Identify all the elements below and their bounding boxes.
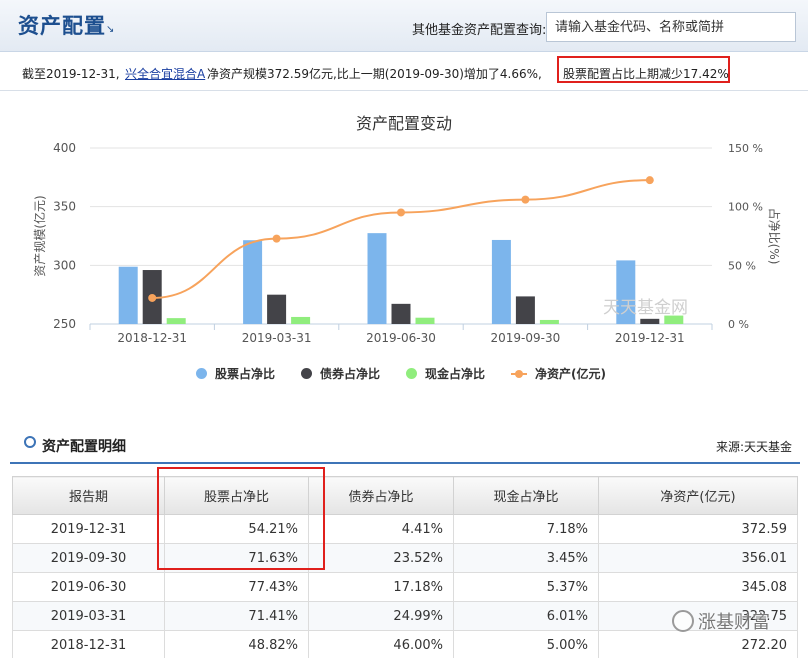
cell-date: 2019-09-30 [12,543,165,573]
fund-query-label: 其他基金资产配置查询: [412,23,547,38]
net-assets-point [645,176,654,185]
bar-stock [118,266,138,324]
x-tick-label: 2018-12-31 [117,331,187,345]
x-tick-label: 2019-09-30 [491,331,561,345]
bar-cash [539,319,559,324]
circle-bullet-icon [24,436,36,448]
y-left-tick-label: 350 [53,200,76,214]
legend-bond[interactable]: 债券占净比 [301,365,380,382]
x-tick-label: 2019-12-31 [615,331,685,345]
bar-bond [640,318,660,324]
brand-watermark-text: 涨基财富 [698,612,770,633]
brand-watermark: 涨基财富 [672,608,770,634]
cell-bond: 17.18% [308,572,454,602]
cell-bond: 24.99% [308,601,454,631]
cell-net-assets: 272.20 [598,630,798,658]
y-left-tick-label: 300 [53,258,76,272]
bar-bond [267,294,287,324]
y-left-axis-title: 资产规模(亿元) [32,195,47,276]
cell-stock: 71.41% [164,601,309,631]
cell-stock: 77.43% [164,572,309,602]
legend-bond-label: 债券占净比 [320,367,381,381]
detail-title: 资产配置明细 [42,439,126,455]
net-assets-point [272,234,281,243]
legend-cash-marker [406,368,418,379]
table-row: 2019-09-30 71.63% 23.52% 3.45% 356.01 [12,543,798,573]
y-right-tick-label: 0 % [728,318,749,331]
table-row: 2018-12-31 48.82% 46.00% 5.00% 272.20 [12,630,798,658]
bar-bond [515,296,535,324]
bar-stock [367,233,387,324]
stock-change-text: 股票配置占比上期减少17.42% [563,67,729,81]
cell-net-assets: 356.01 [598,543,798,573]
net-assets-point [521,195,530,204]
x-tick-label: 2019-03-31 [242,331,312,345]
legend-cash-label: 现金占净比 [425,367,486,381]
legend-net-assets[interactable]: 净资产(亿元) [511,365,606,382]
cell-bond: 46.00% [308,630,454,658]
detail-section-header: 资产配置明细 来源:天天基金 [10,422,800,464]
y-right-tick-label: 100 % [728,201,763,214]
chart-watermark: 天天基金网 [603,298,688,318]
summary-prefix: 截至2019-12-31, [22,67,120,81]
cell-stock: 48.82% [164,630,309,658]
bar-cash [166,318,186,324]
legend-net-assets-label: 净资产(亿元) [535,367,607,381]
y-right-axis-title: 占净比(%) [767,208,782,265]
page-header: 资产配置 ↘ 其他基金资产配置查询: [0,0,808,52]
y-left-tick-label: 250 [53,317,76,331]
y-right-tick-label: 50 % [728,259,756,272]
bar-stock [243,240,263,324]
cell-net-assets: 345.08 [598,572,798,602]
col-cash-ratio: 现金占净比 [453,476,599,515]
wechat-icon [672,610,694,632]
title-arrow-icon: ↘ [106,24,115,35]
cell-bond: 23.52% [308,543,454,573]
net-assets-line [152,179,650,299]
cell-cash: 5.37% [453,572,599,602]
chart-legend: 股票占净比 债券占净比 现金占净比 净资产(亿元) [196,365,606,382]
net-assets-point [148,293,157,302]
summary-scale-text: 净资产规模372.59亿元,比上一期(2019-09-30)增加了4.66%, [207,67,542,81]
cell-cash: 7.18% [453,514,599,544]
cell-date: 2019-12-31 [12,514,165,544]
cell-cash: 6.01% [453,601,599,631]
col-net-assets: 净资产(亿元) [598,476,798,515]
legend-stock-marker [196,368,207,379]
page-title: 资产配置 [18,14,106,38]
y-left-tick-label: 400 [53,141,76,155]
table-header-row: 报告期 股票占净比 债券占净比 现金占净比 净资产(亿元) [12,476,798,515]
y-right-tick-label: 150 % [728,142,763,155]
stock-change-highlight: 股票配置占比上期减少17.42% [557,56,730,83]
net-assets-point [397,208,405,217]
cell-cash: 3.45% [453,543,599,573]
bar-bond [391,303,411,324]
summary-line: 截至2019-12-31, 兴全合宜混合A 净资产规模372.59亿元,比上一期… [0,53,808,91]
cell-cash: 5.00% [453,630,599,658]
fund-search-input[interactable] [546,12,796,42]
cell-net-assets: 372.59 [598,514,798,544]
legend-stock[interactable]: 股票占净比 [196,365,275,382]
cell-date: 2019-06-30 [12,572,165,602]
cell-date: 2018-12-31 [12,630,165,658]
legend-stock-label: 股票占净比 [215,367,276,381]
table-row: 2019-12-31 54.21% 4.41% 7.18% 372.59 [12,514,798,544]
legend-net-assets-marker [511,369,528,378]
data-source: 来源:天天基金 [715,440,792,454]
cell-date: 2019-03-31 [12,601,165,631]
bar-cash [415,317,435,324]
bar-stock [491,239,511,324]
fund-name-link[interactable]: 兴全合宜混合A [125,65,205,82]
table-row: 2019-06-30 77.43% 17.18% 5.37% 345.08 [12,572,798,602]
allocation-chart: 资产配置变动 400 150 % 350 100 % 300 50 % 250 0 % 2018… [0,92,808,418]
col-report-date: 报告期 [12,476,165,515]
legend-cash[interactable]: 现金占净比 [406,365,485,382]
x-tick-label: 2019-06-30 [366,331,436,345]
cell-bond: 4.41% [308,514,454,544]
bar-cash [291,316,311,324]
stock-ratio-highlight [157,467,325,570]
legend-bond-marker [301,368,313,379]
col-bond-ratio: 债券占净比 [308,476,454,515]
